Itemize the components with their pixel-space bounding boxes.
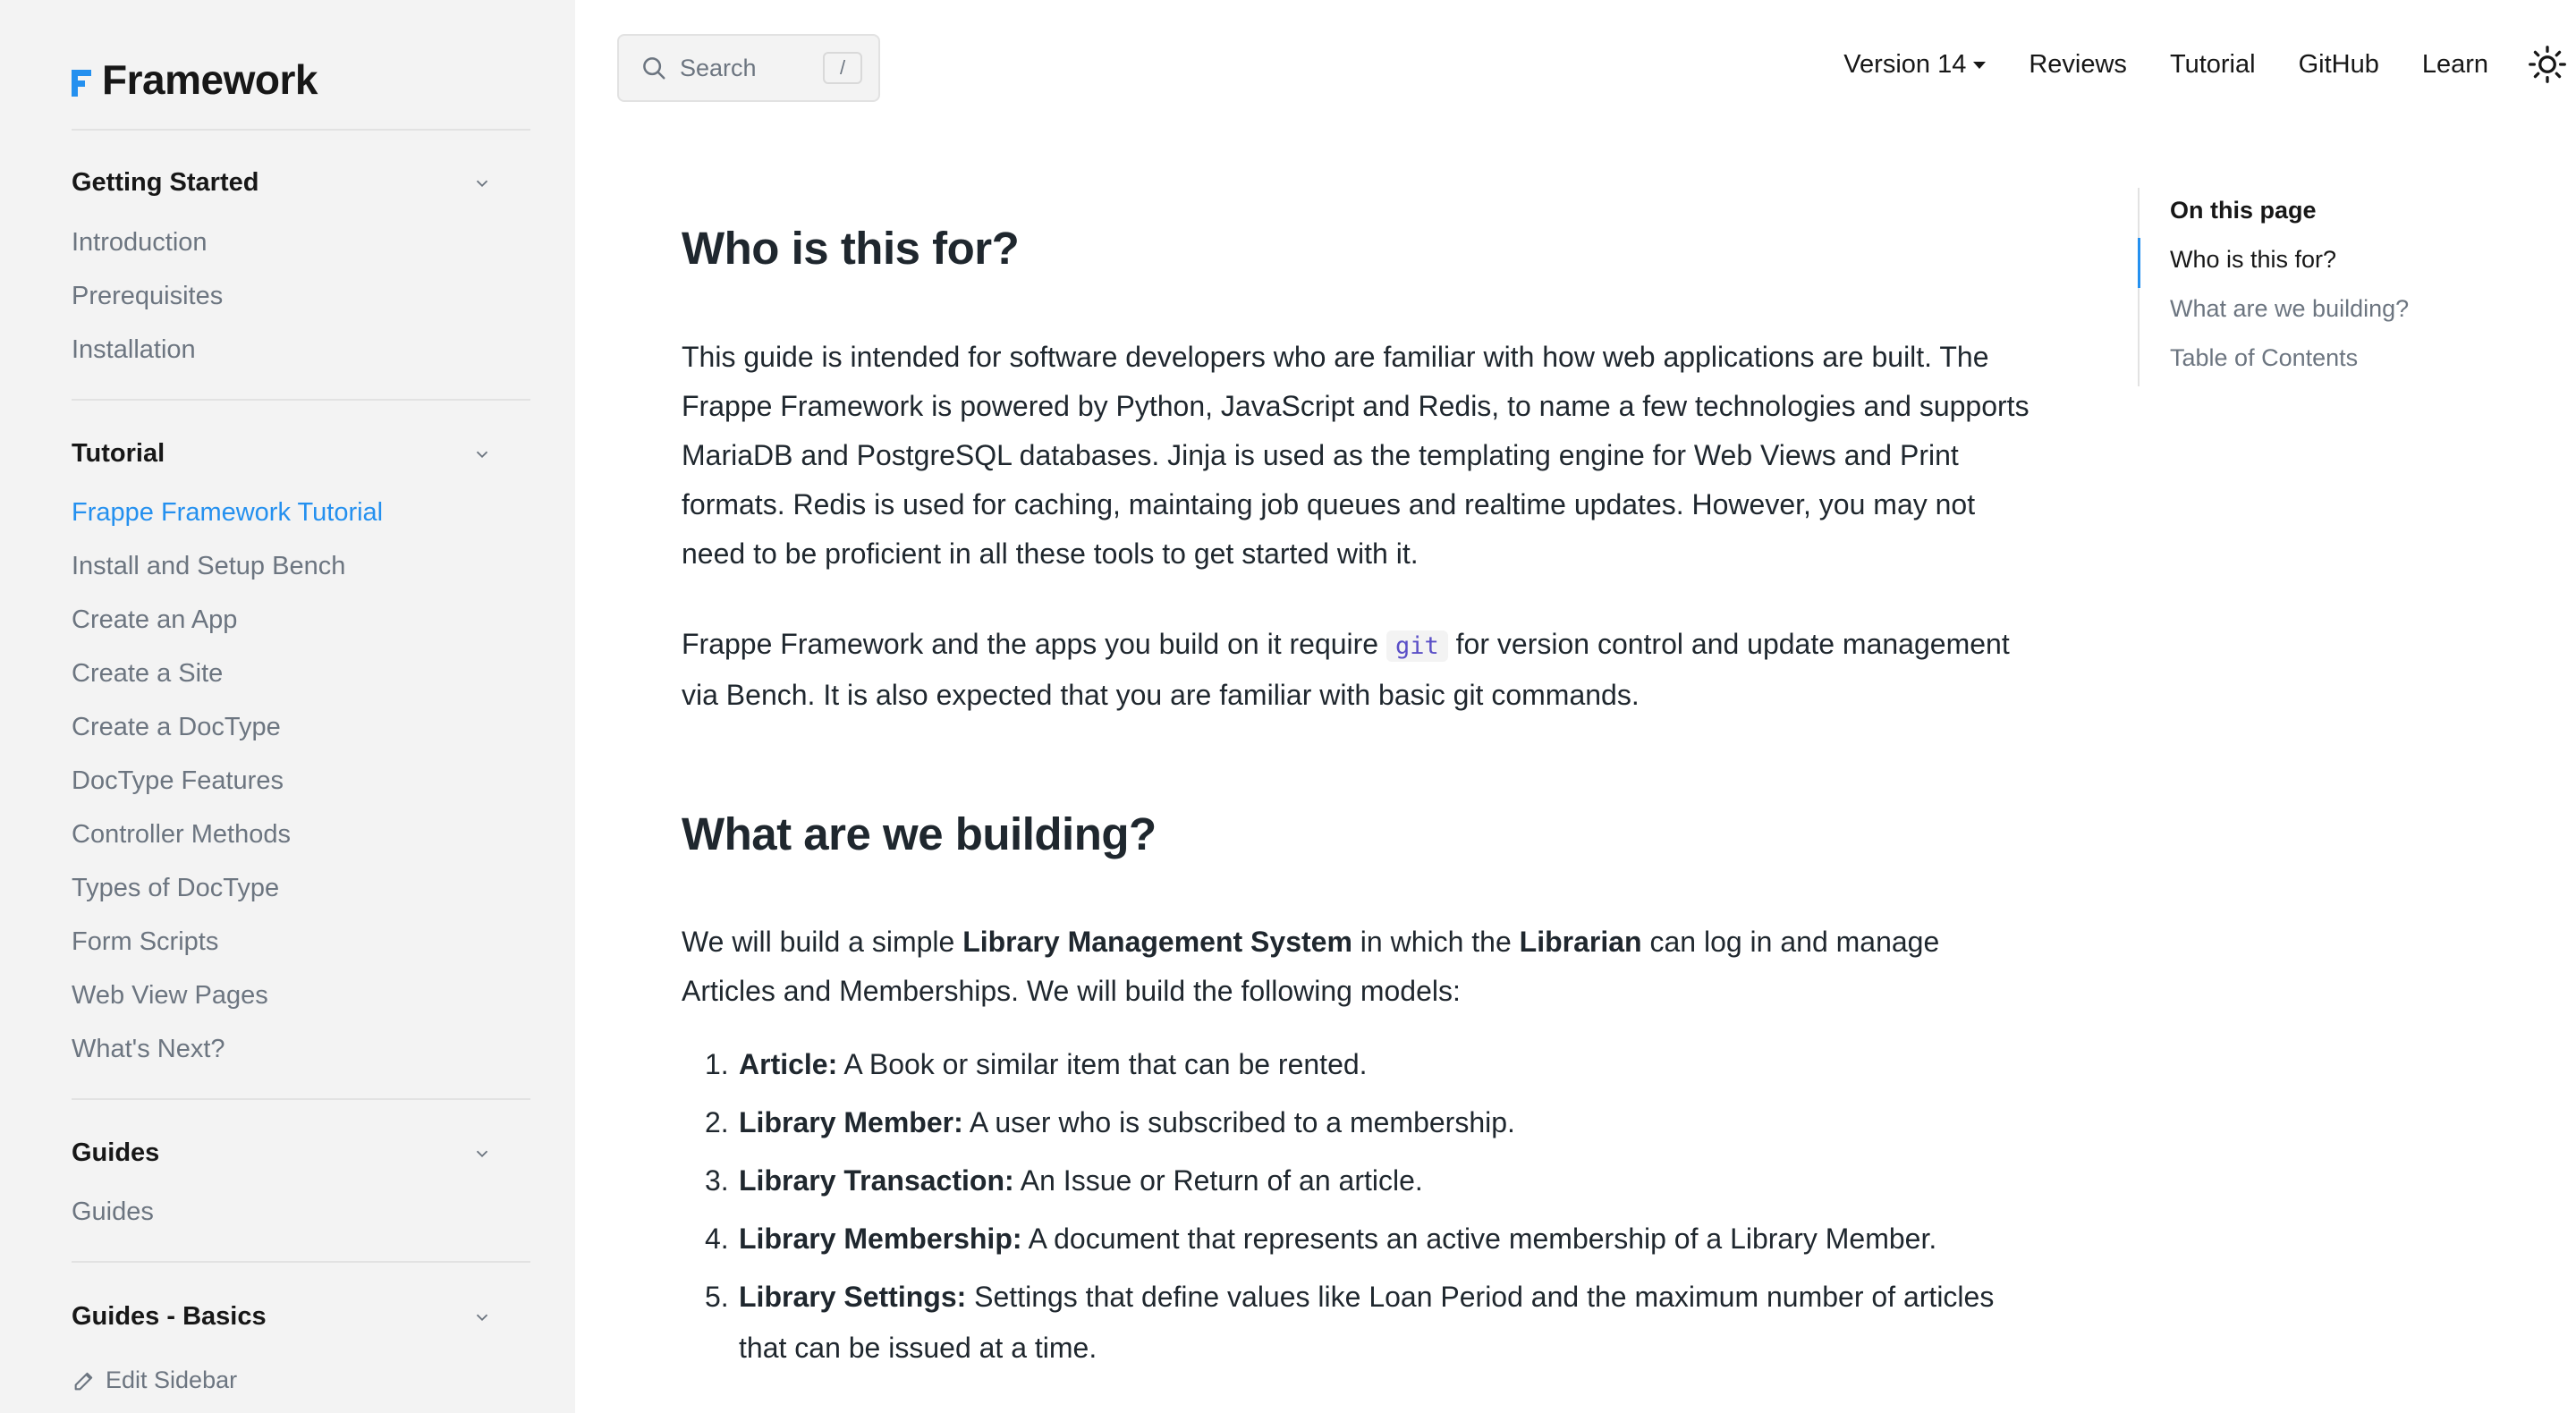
paragraph-audience: This guide is intended for software deve… <box>682 341 2029 570</box>
chevron-down-icon <box>476 1150 488 1157</box>
sidebar-item-types-of-doctype[interactable]: Types of DocType <box>72 874 279 903</box>
caret-down-icon <box>1973 61 1987 69</box>
models-list: 1. Article: A Book or similar item that c… <box>705 1039 2038 1381</box>
sidebar-item-whats-next[interactable]: What's Next? <box>72 1035 225 1064</box>
sidebar-divider <box>72 1261 530 1263</box>
toc-link-who-is-this-for[interactable]: Who is this for? <box>2170 246 2336 274</box>
sidebar-item-create-doctype[interactable]: Create a DocType <box>72 713 281 742</box>
edit-sidebar-label: Edit Sidebar <box>106 1366 238 1393</box>
sidebar-section-title: Guides - Basics <box>72 1302 267 1331</box>
sidebar-divider <box>72 129 530 131</box>
sidebar-item-guides[interactable]: Guides <box>72 1197 154 1227</box>
toc-active-indicator <box>2138 238 2140 288</box>
nav-link-github[interactable]: GitHub <box>2299 50 2379 80</box>
list-item: 1. Article: A Book or similar item that c… <box>705 1048 1368 1080</box>
chevron-down-icon <box>476 451 488 458</box>
heading-who-is-this-for: Who is this for? <box>682 223 1020 274</box>
sidebar-item-introduction[interactable]: Introduction <box>72 228 208 258</box>
sidebar-section-tutorial[interactable]: Tutorial <box>72 439 492 469</box>
nav-link-tutorial[interactable]: Tutorial <box>2170 50 2256 80</box>
code-git: git <box>1385 630 1448 662</box>
list-item: 3. Library Transaction: An Issue or Retur… <box>705 1164 1423 1197</box>
paragraph-building-intro: We will build a simple Library Managemen… <box>682 926 1940 1007</box>
version-label: Version 14 <box>1843 50 1967 79</box>
heading-what-are-we-building: What are we building? <box>682 808 1157 859</box>
toc-title: On this page <box>2170 197 2317 224</box>
top-navigation: Version 14 Reviews Tutorial GitHub Learn <box>1843 50 2488 80</box>
search-placeholder: Search <box>680 54 757 81</box>
toc-link-what-are-we-building[interactable]: What are we building? <box>2170 295 2409 323</box>
list-item: 5. Library Settings: Settings that define… <box>705 1281 1995 1364</box>
toc-link-table-of-contents[interactable]: Table of Contents <box>2170 344 2358 372</box>
edit-sidebar-link[interactable]: Edit Sidebar <box>72 1366 237 1394</box>
list-item: 2. Library Member: A user who is subscrib… <box>705 1106 1515 1138</box>
sidebar-section-getting-started[interactable]: Getting Started <box>72 168 492 198</box>
sun-icon[interactable] <box>2528 45 2567 84</box>
nav-link-learn[interactable]: Learn <box>2422 50 2488 80</box>
list-item: 4. Library Membership: A document that re… <box>705 1223 1937 1255</box>
sidebar: Framework Getting Started Introduction P… <box>0 0 575 1413</box>
sidebar-item-web-view-pages[interactable]: Web View Pages <box>72 981 268 1011</box>
sidebar-section-guides-basics[interactable]: Guides - Basics <box>72 1302 492 1332</box>
sidebar-item-prerequisites[interactable]: Prerequisites <box>72 282 223 311</box>
sidebar-section-title: Tutorial <box>72 439 165 468</box>
on-this-page-toc: On this page Who is this for? What are w… <box>2138 188 2409 386</box>
search-icon <box>643 57 665 80</box>
sidebar-divider <box>72 399 530 401</box>
version-dropdown[interactable]: Version 14 <box>1843 50 1987 80</box>
sidebar-item-frappe-framework-tutorial[interactable]: Frappe Framework Tutorial <box>72 498 383 528</box>
brand-logo[interactable]: Framework <box>72 55 318 104</box>
sidebar-item-doctype-features[interactable]: DocType Features <box>72 766 284 796</box>
sidebar-section-title: Getting Started <box>72 168 259 197</box>
nav-link-reviews[interactable]: Reviews <box>2029 50 2127 80</box>
chevron-down-icon <box>476 1314 488 1321</box>
chevron-down-icon <box>476 180 488 187</box>
framework-logo-icon <box>72 63 93 97</box>
sidebar-item-installation[interactable]: Installation <box>72 335 196 365</box>
sidebar-item-install-setup-bench[interactable]: Install and Setup Bench <box>72 552 345 581</box>
sidebar-item-form-scripts[interactable]: Form Scripts <box>72 927 218 957</box>
brand-name: Framework <box>102 56 318 103</box>
sidebar-divider <box>72 1098 530 1100</box>
sidebar-section-title: Guides <box>72 1138 160 1167</box>
paragraph-git-requirement: Frappe Framework and the apps you build … <box>682 628 2010 711</box>
search-box[interactable]: Search / <box>617 34 880 102</box>
sidebar-item-create-app[interactable]: Create an App <box>72 605 237 635</box>
sidebar-section-guides[interactable]: Guides <box>72 1138 492 1168</box>
search-shortcut-key: / <box>823 52 862 84</box>
pencil-icon <box>74 1372 93 1390</box>
sidebar-item-create-site[interactable]: Create a Site <box>72 659 223 689</box>
sidebar-item-controller-methods[interactable]: Controller Methods <box>72 820 291 850</box>
